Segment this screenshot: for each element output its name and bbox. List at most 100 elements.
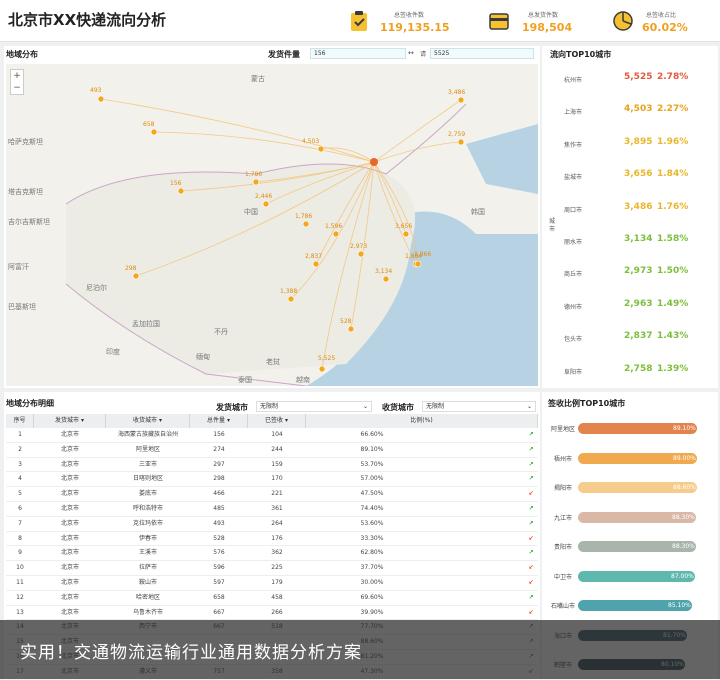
top10-city: 上海市 — [564, 109, 583, 117]
top10-row[interactable]: 德州市 2,963 1.49% — [548, 291, 716, 321]
top10-row[interactable]: 盐城市 3,656 1.84% — [548, 161, 716, 191]
top10-row[interactable]: 杭州市 5,525 2.78% — [548, 64, 716, 94]
table-row[interactable]: 1 北京市 海西蒙古族藏族自治州 156 104 66.60% ↗ — [6, 428, 538, 443]
map-label: 吉尔吉斯斯坦 — [8, 217, 50, 226]
range-separator: 请 — [420, 51, 427, 58]
top10-row[interactable]: 包头市 2,837 1.43% — [548, 323, 716, 353]
map-label: 尼泊尔 — [86, 283, 107, 292]
table-row[interactable]: 6 北京市 呼和浩特市 485 361 74.40% ↗ — [6, 502, 538, 517]
send-city-select[interactable]: 无限制 ⌄ — [256, 401, 372, 412]
top10-row[interactable]: 商丘市 2,973 1.50% — [548, 258, 716, 288]
table-cell: 47.50% — [360, 490, 384, 498]
table-row[interactable]: 7 北京市 克拉玛依市 493 264 53.60% ↗ — [6, 517, 538, 532]
signrate-row[interactable]: 石嘴山市 85.10% — [548, 593, 716, 621]
top10-pct: 1.84% — [657, 169, 689, 180]
min-count-input[interactable]: 156 — [310, 48, 406, 59]
signrate-row[interactable]: 九江市 88.30% — [548, 505, 716, 533]
map-point-label: 1,966 — [414, 251, 431, 258]
col-header[interactable]: 比例(%) — [306, 414, 538, 428]
table-row[interactable]: 5 北京市 娄底市 466 221 47.50% ↙ — [6, 487, 538, 502]
signrate-row[interactable]: 揭阳市 88.60% — [548, 475, 716, 503]
signrate-city: 贵阳市 — [553, 544, 572, 551]
table-cell: 北京市 — [60, 519, 79, 527]
table-row[interactable]: 3 北京市 三亚市 297 159 53.70% ↗ — [6, 458, 538, 473]
signrate-row[interactable]: 中卫市 87.00% — [548, 564, 716, 592]
top10-city: 商丘市 — [564, 271, 583, 279]
trend-down-icon: ↙ — [528, 490, 534, 498]
table-row[interactable]: 11 北京市 鞍山市 597 179 30.00% ↙ — [6, 576, 538, 591]
top10-row[interactable]: 上海市 4,503 2.27% — [548, 96, 716, 126]
signrate-row[interactable]: 梧州市 89.00% — [548, 446, 716, 474]
top10-city: 包头市 — [564, 336, 583, 344]
map-label: 韩国 — [471, 207, 485, 216]
table-row[interactable]: 2 北京市 阿里地区 274 244 89.10% ↗ — [6, 443, 538, 458]
top10-row[interactable]: 丽水市 3,134 1.58% — [548, 226, 716, 256]
promo-banner: 实用！交通物流运输行业通用数据分析方案 — [0, 620, 720, 679]
col-header[interactable]: 序号 — [6, 414, 34, 428]
table-cell: 264 — [271, 519, 283, 527]
table-row[interactable]: 10 北京市 拉萨市 596 225 37.70% ↙ — [6, 561, 538, 576]
table-cell: 北京市 — [60, 460, 79, 468]
table-row[interactable]: 13 北京市 乌鲁木齐市 667 266 39.90% ↙ — [6, 606, 538, 621]
flow-map[interactable]: 蒙古 中国 印度 缅甸 泰国 越南 老挝 孟加拉国 尼泊尔 阿富汗 巴基斯坦 塔… — [6, 64, 538, 386]
col-header[interactable]: 总件量 ▾ — [190, 414, 248, 428]
table-cell: 2 — [18, 445, 22, 453]
col-header[interactable]: 已签收 ▾ — [248, 414, 306, 428]
top10-count: 2,963 — [624, 298, 653, 309]
table-row[interactable]: 12 北京市 哈密地区 658 458 69.60% ↗ — [6, 591, 538, 606]
col-header[interactable]: 收货城市 ▾ — [106, 414, 190, 428]
kpi-shipped: 总发货件数 198,504 — [488, 6, 588, 36]
table-cell: 10 — [16, 564, 24, 572]
signrate-title: 签收比例TOP10城市 — [548, 399, 626, 408]
top10-count: 3,486 — [624, 201, 653, 212]
signrate-row[interactable]: 阿里地区 89.10% — [548, 416, 716, 444]
table-cell: 北京市 — [60, 475, 79, 483]
wallet-icon — [489, 13, 509, 30]
col-header[interactable]: 发货城市 ▾ — [34, 414, 106, 428]
map-point-label: 3,656 — [395, 223, 412, 230]
filter-label: 发货件量 — [268, 50, 300, 59]
table-cell: 221 — [271, 490, 283, 498]
map-label: 缅甸 — [196, 352, 210, 361]
top10-city: 阜阳市 — [564, 368, 583, 376]
zoom-in-button[interactable]: + — [11, 70, 23, 82]
table-cell: 596 — [213, 564, 225, 572]
table-row[interactable]: 9 北京市 王溪市 576 362 62.80% ↗ — [6, 546, 538, 562]
table-row[interactable]: 4 北京市 日喀则地区 298 170 57.00% ↗ — [6, 472, 538, 488]
range-arrow-icon: ↔ — [408, 49, 414, 57]
table-cell: 王溪市 — [138, 549, 157, 557]
col-header-label: 发货城市 — [55, 417, 80, 424]
signrate-row[interactable]: 贵阳市 88.30% — [548, 534, 716, 562]
zoom-control: + − — [10, 69, 24, 95]
table-cell: 4 — [18, 475, 22, 483]
trend-up-icon: ↗ — [528, 460, 534, 468]
map-point-label: 3,486 — [448, 89, 465, 96]
table-cell: 244 — [271, 445, 283, 453]
zoom-out-button[interactable]: − — [11, 82, 23, 94]
table-cell: 北京市 — [60, 608, 79, 616]
table-cell: 北京市 — [60, 431, 79, 438]
top10-row[interactable]: 焦作市 3,895 1.96% — [548, 129, 716, 159]
signrate-track: 85.10% — [578, 600, 712, 611]
recv-city-select[interactable]: 无限制 ⌄ — [422, 401, 536, 412]
signrate-city: 梧州市 — [553, 455, 572, 463]
table-cell: 北京市 — [60, 579, 79, 586]
table-cell: 53.60% — [360, 519, 384, 527]
table-cell: 176 — [271, 534, 283, 542]
table-cell: 海西蒙古族藏族自治州 — [117, 431, 178, 438]
signrate-track: 89.10% — [578, 423, 712, 434]
table-cell: 266 — [271, 608, 283, 616]
table-cell: 667 — [213, 608, 225, 616]
table-cell: 伊春市 — [138, 534, 157, 542]
trend-up-icon: ↗ — [528, 475, 534, 483]
sort-icon: ▾ — [80, 417, 84, 424]
map-label: 越南 — [296, 375, 310, 384]
top10-row[interactable]: 阜阳市 2,758 1.39% — [548, 356, 716, 386]
table-cell: 北京市 — [60, 490, 79, 498]
top10-count: 5,525 — [624, 72, 653, 82]
signrate-pct: 88.60% — [673, 484, 696, 491]
top10-row[interactable]: 周口市 3,486 1.76% — [548, 194, 716, 224]
table-row[interactable]: 8 北京市 伊春市 528 176 33.30% ↙ — [6, 532, 538, 547]
max-count-input[interactable]: 5525 — [430, 48, 534, 59]
table-cell: 225 — [271, 564, 283, 572]
